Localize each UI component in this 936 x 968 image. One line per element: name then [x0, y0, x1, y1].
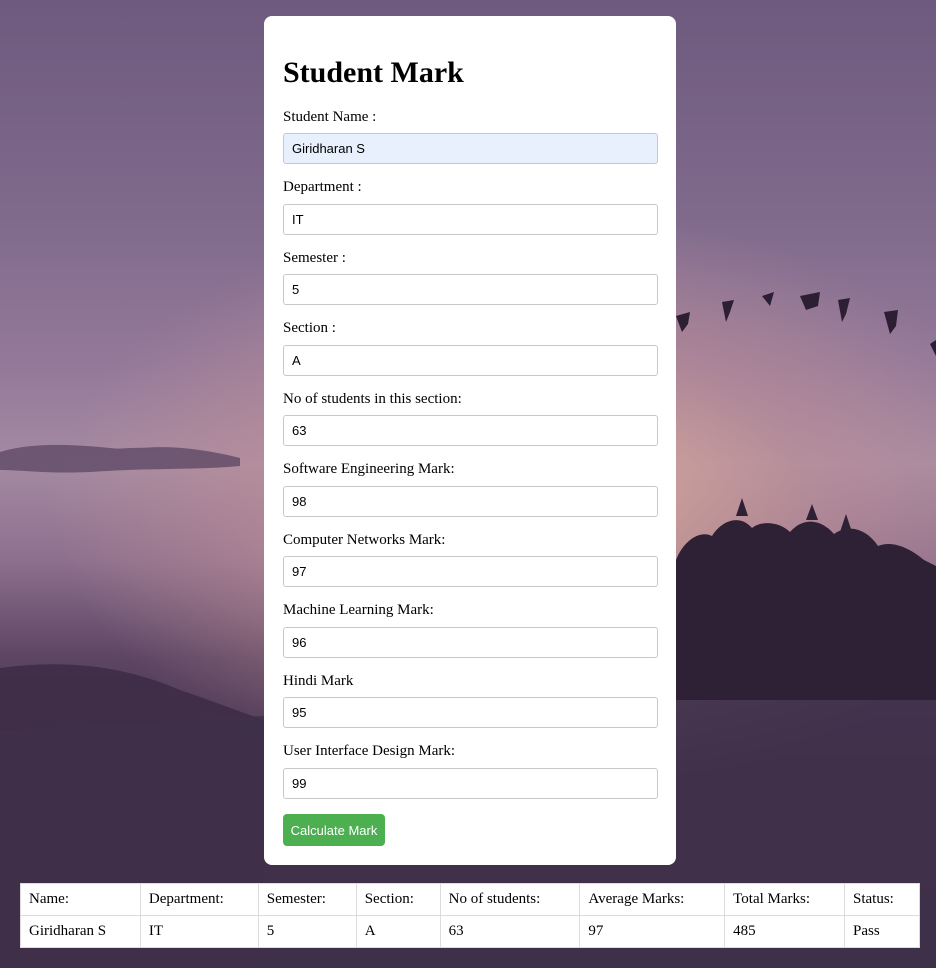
hindi-input[interactable]: [283, 697, 658, 728]
no-of-students-label: No of students in this section:: [283, 391, 462, 407]
field-computer-networks: Computer Networks Mark:: [283, 531, 658, 587]
field-hindi: Hindi Mark: [283, 672, 658, 728]
field-software-engineering: Software Engineering Mark:: [283, 460, 658, 517]
form-title: Student Mark: [283, 56, 464, 89]
header-section: Section:: [355, 883, 441, 916]
cell-average-marks: 97: [579, 915, 726, 948]
cell-name: Giridharan S: [20, 915, 141, 948]
header-semester: Semester:: [257, 883, 357, 916]
no-of-students-input[interactable]: [283, 415, 658, 446]
field-user-interface-design: User Interface Design Mark:: [283, 742, 658, 799]
result-data-row: Giridharan S IT 5 A 63 97 485 Pass: [20, 915, 921, 948]
result-header-row: Name: Department: Semester: Section: No …: [20, 883, 921, 916]
user-interface-design-label: User Interface Design Mark:: [283, 743, 456, 759]
section-label: Section :: [283, 320, 336, 336]
cell-department: IT: [139, 915, 259, 948]
department-input[interactable]: [283, 204, 658, 235]
student-name-label: Student Name :: [283, 109, 377, 125]
field-section: Section :: [283, 319, 658, 376]
student-mark-form-card: Student Mark Student Name : Department :…: [264, 16, 676, 865]
student-name-input[interactable]: [283, 133, 658, 164]
cell-status: Pass: [843, 915, 921, 948]
header-status: Status:: [843, 883, 921, 916]
hindi-label: Hindi Mark: [283, 673, 354, 689]
cell-section: A: [355, 915, 441, 948]
result-table: Name: Department: Semester: Section: No …: [20, 883, 921, 948]
machine-learning-input[interactable]: [283, 627, 658, 658]
cell-semester: 5: [257, 915, 357, 948]
section-input[interactable]: [283, 345, 658, 376]
cell-no-of-students: 63: [439, 915, 581, 948]
department-label: Department :: [283, 179, 362, 195]
field-department: Department :: [283, 178, 658, 235]
header-average-marks: Average Marks:: [579, 883, 726, 916]
machine-learning-label: Machine Learning Mark:: [283, 602, 434, 618]
header-total-marks: Total Marks:: [724, 883, 845, 916]
field-student-name: Student Name :: [283, 108, 658, 164]
software-engineering-input[interactable]: [283, 486, 658, 517]
header-name: Name:: [20, 883, 141, 916]
semester-label: Semester :: [283, 250, 346, 266]
computer-networks-label: Computer Networks Mark:: [283, 532, 446, 548]
computer-networks-input[interactable]: [283, 556, 658, 587]
field-machine-learning: Machine Learning Mark:: [283, 601, 658, 658]
header-department: Department:: [139, 883, 259, 916]
user-interface-design-input[interactable]: [283, 768, 658, 799]
field-no-of-students: No of students in this section:: [283, 390, 658, 446]
software-engineering-label: Software Engineering Mark:: [283, 461, 455, 477]
semester-input[interactable]: [283, 274, 658, 305]
calculate-mark-button[interactable]: Calculate Mark: [283, 814, 385, 846]
cell-total-marks: 485: [724, 915, 845, 948]
field-semester: Semester :: [283, 249, 658, 305]
header-no-of-students: No of students:: [439, 883, 581, 916]
